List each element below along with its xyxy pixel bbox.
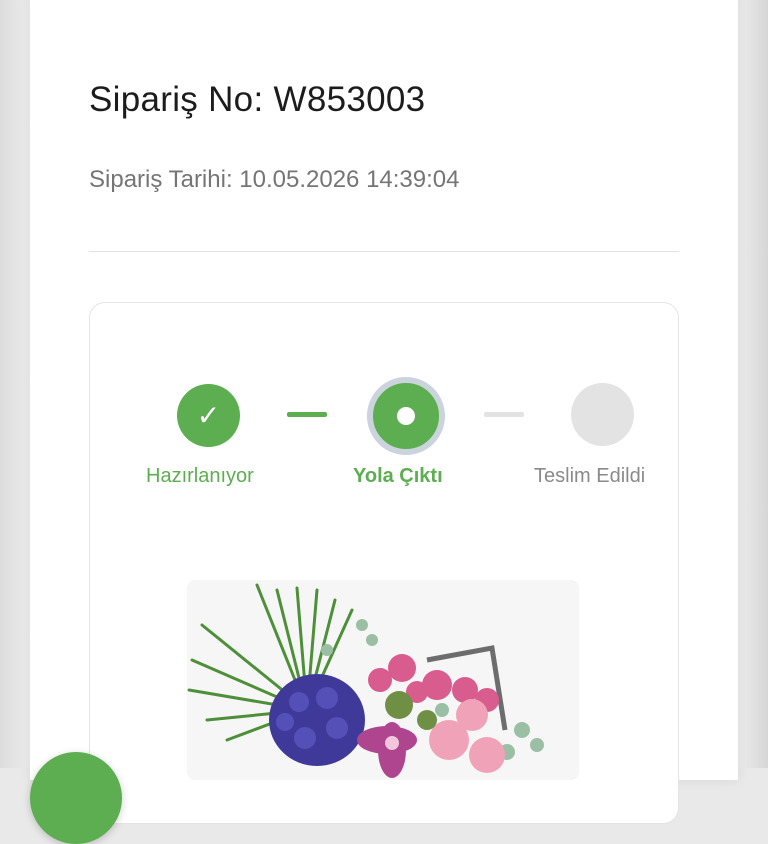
flower-arrangement-image [187,583,544,778]
step-delivered-label: Teslim Edildi [534,465,646,487]
divider [89,251,679,252]
order-date: Sipariş Tarihi: 10.05.2026 14:39:04 [89,166,460,193]
product-image [187,580,579,780]
step-connector-pending [484,412,524,417]
dot-icon [397,407,415,425]
step-connector-completed [287,412,327,417]
step-preparing-circle: ✓ [177,384,240,447]
order-number: Sipariş No: W853003 [89,80,426,119]
floating-action-button[interactable] [30,752,122,844]
step-shipped-label: Yola Çıktı [353,465,443,487]
step-preparing-label: Hazırlanıyor [146,465,254,487]
step-delivered-circle [571,383,634,446]
step-shipped-circle [367,377,445,455]
background-right [734,0,768,768]
background-left [0,0,34,768]
check-icon: ✓ [196,400,221,431]
